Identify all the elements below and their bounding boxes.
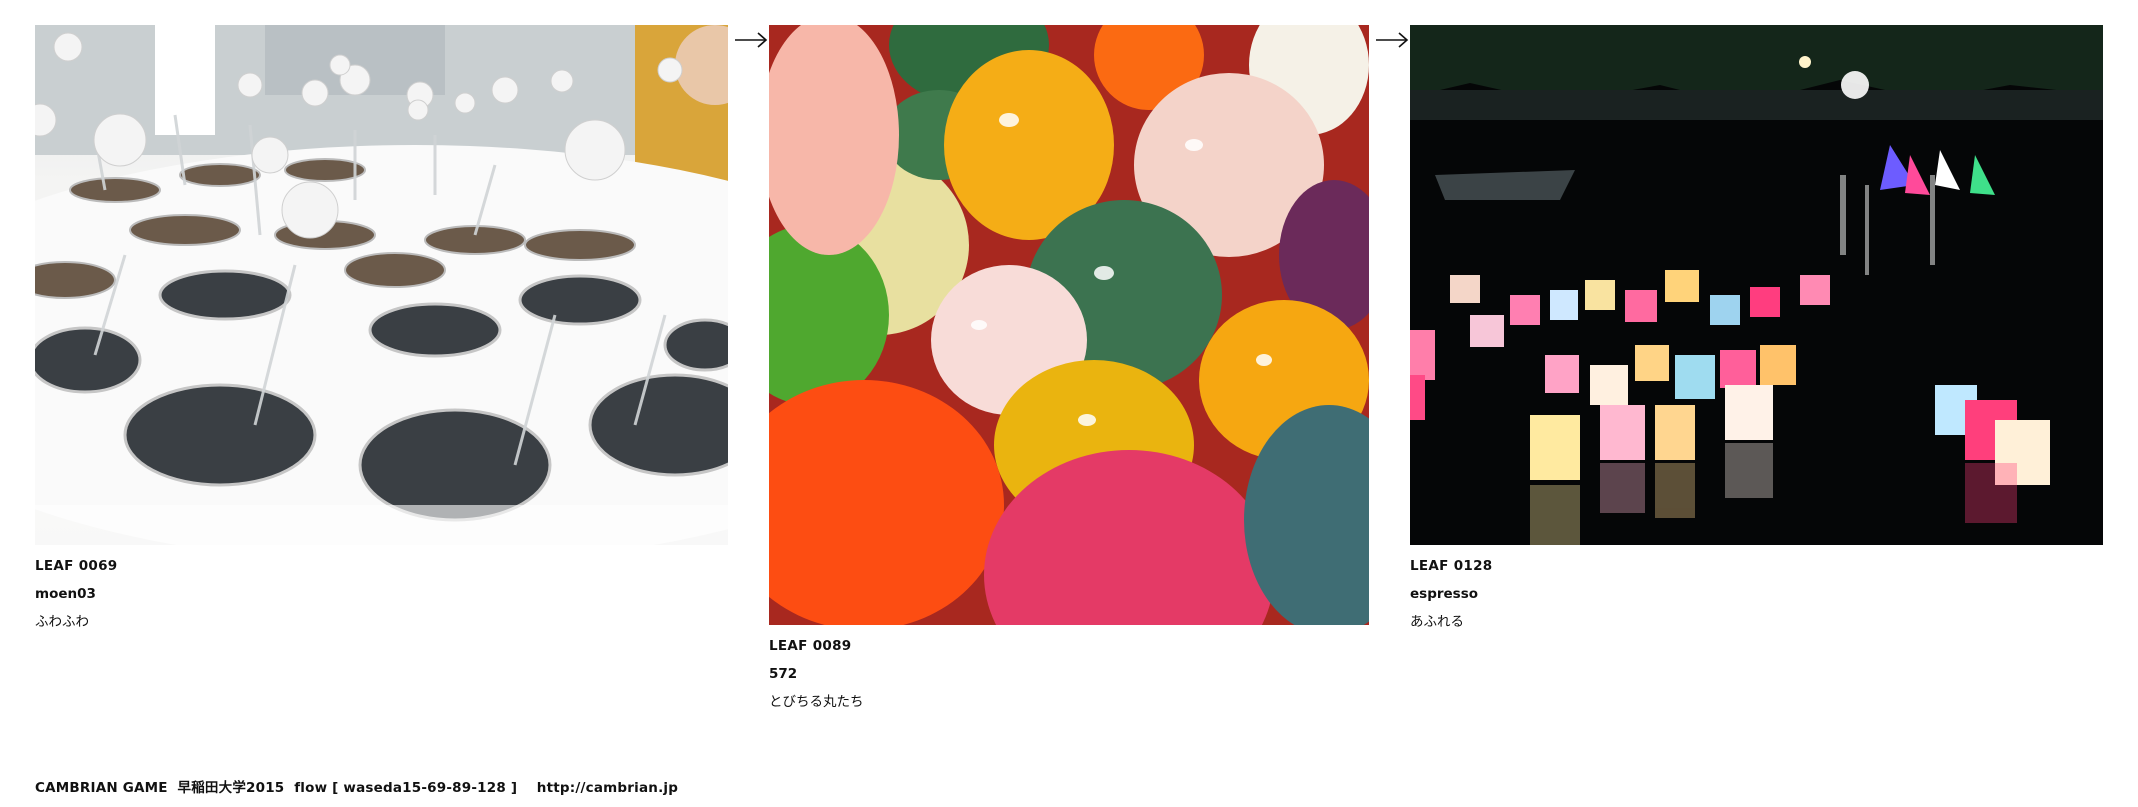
- leaf-user[interactable]: 572: [769, 667, 1369, 681]
- balloons-image: [769, 25, 1369, 625]
- arrow-right-icon: [1375, 30, 1409, 50]
- leaf-code: LEAF 0089: [769, 638, 852, 654]
- leaf-title: あふれる: [1410, 614, 1464, 630]
- leaf-title: とびちる丸たち: [769, 694, 864, 710]
- leaf-card-0069[interactable]: LEAF 0069 moen03 ふわふわ: [35, 25, 728, 629]
- leaf-card-0089[interactable]: LEAF 0089 572 とびちる丸たち: [769, 25, 1369, 709]
- leaf-photo-floating-balls[interactable]: [35, 25, 728, 545]
- leaf-title: ふわふわ: [35, 614, 89, 630]
- leaf-code: LEAF 0069: [35, 558, 118, 574]
- leaf-photo-floating-lanterns[interactable]: [1410, 25, 2103, 545]
- leaf-photo-balloons[interactable]: [769, 25, 1369, 625]
- footer-credit: CAMBRIAN GAME 早稲田大学2015 flow [ waseda15-…: [35, 780, 679, 796]
- leaf-card-0128[interactable]: LEAF 0128 espresso あふれる: [1410, 25, 2103, 629]
- arrow-right-icon: [734, 30, 768, 50]
- leaf-user[interactable]: moen03: [35, 587, 728, 601]
- leaf-code: LEAF 0128: [1410, 558, 1493, 574]
- floating-balls-image: [35, 25, 728, 545]
- floating-lanterns-image: [1410, 25, 2103, 545]
- leaf-user[interactable]: espresso: [1410, 587, 2103, 601]
